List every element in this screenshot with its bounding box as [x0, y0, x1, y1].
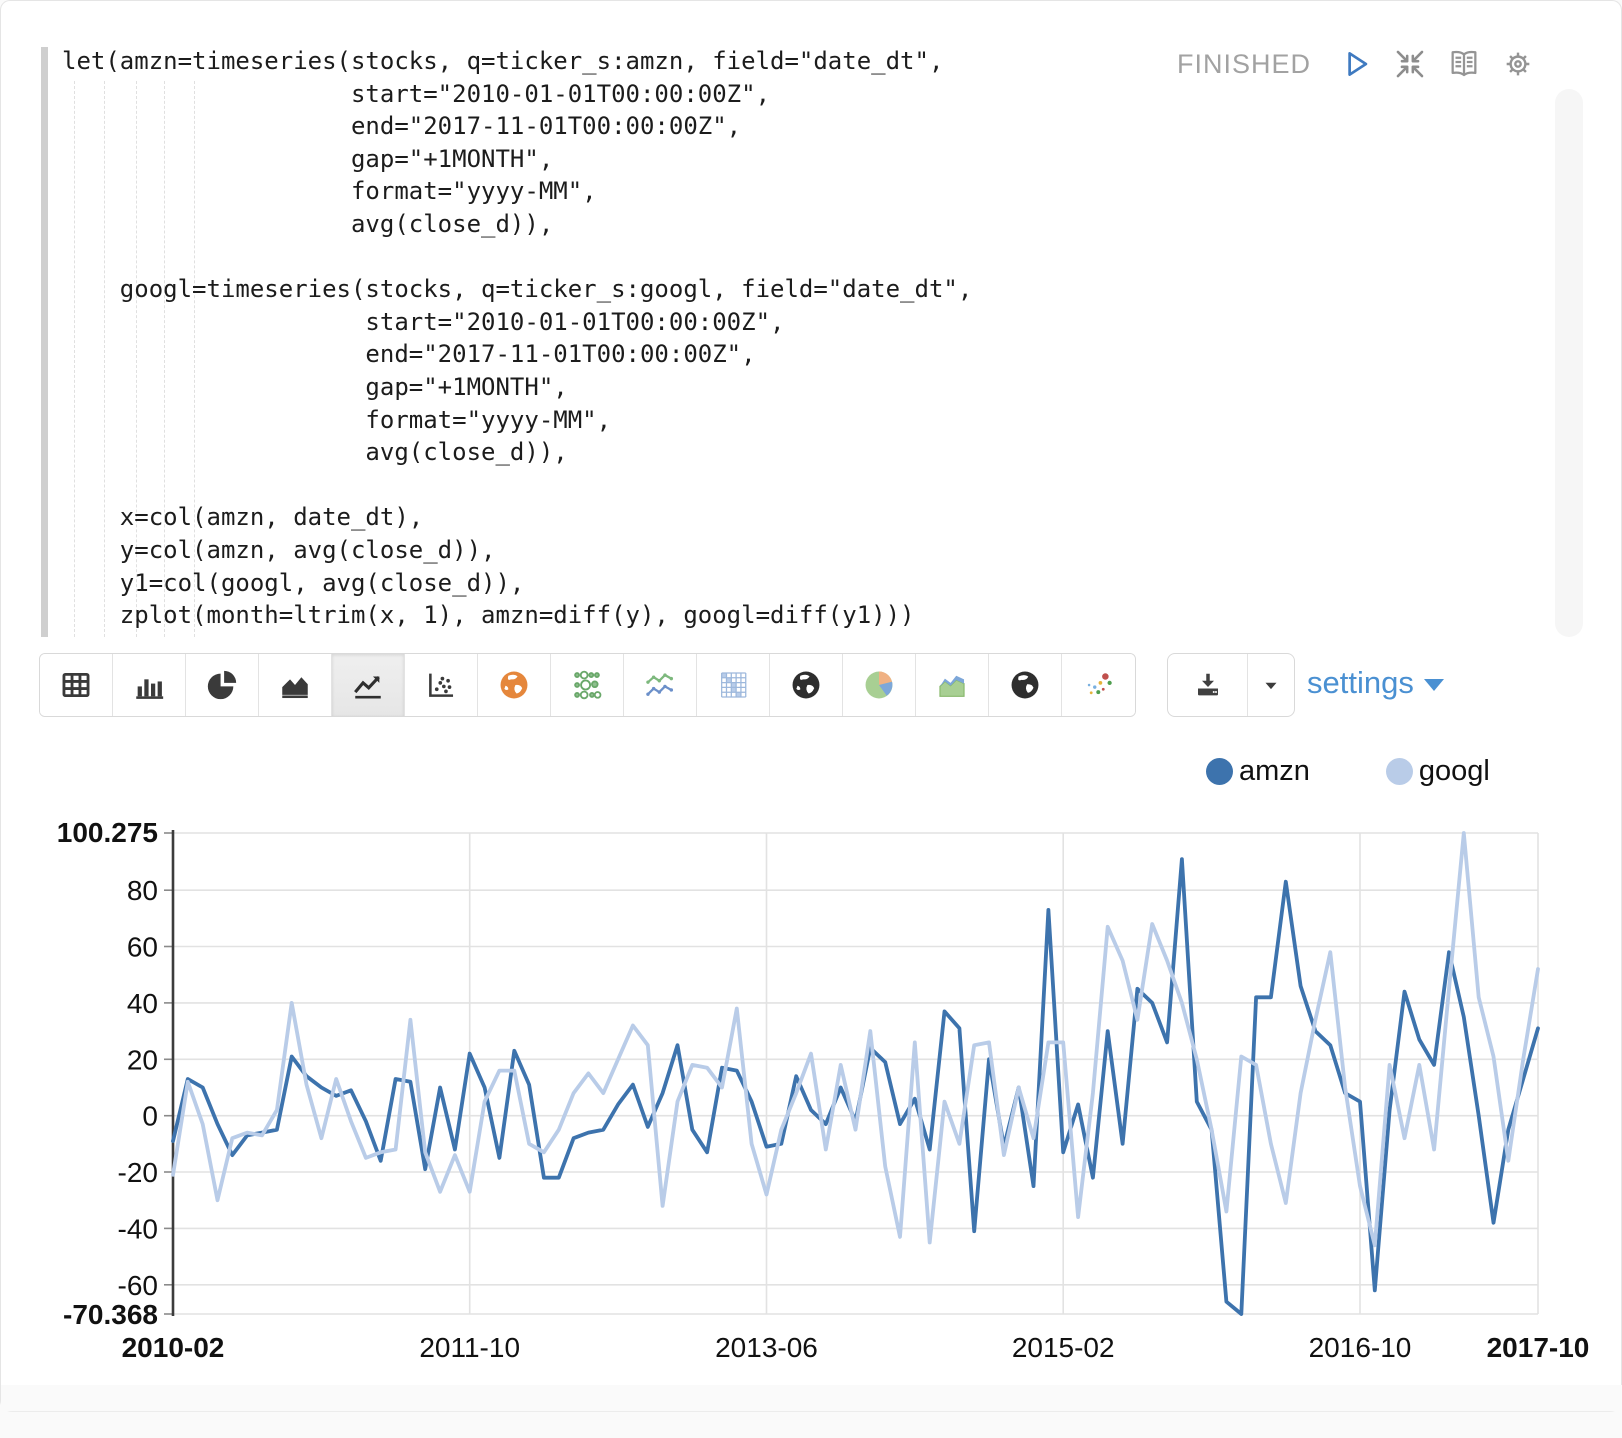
- svg-text:60: 60: [127, 932, 158, 963]
- collapse-icon[interactable]: [1393, 47, 1427, 81]
- svg-text:2017-10: 2017-10: [1487, 1332, 1590, 1363]
- line-chart: amzn googl 100.275806040200-20-40-60-70.…: [1, 741, 1622, 1389]
- multi-line-icon[interactable]: [624, 654, 697, 716]
- code-editor: let(amzn=timeseries(stocks, q=ticker_s:a…: [1, 1, 1622, 646]
- globe-dark-2-icon[interactable]: [989, 654, 1062, 716]
- bubble-matrix-icon[interactable]: [551, 654, 624, 716]
- svg-text:2011-10: 2011-10: [419, 1332, 520, 1363]
- download-split-button: [1167, 653, 1295, 717]
- code-text[interactable]: let(amzn=timeseries(stocks, q=ticker_s:a…: [62, 45, 972, 632]
- svg-text:20: 20: [127, 1044, 158, 1075]
- svg-text:40: 40: [127, 988, 158, 1019]
- status-badge: FINISHED: [1177, 49, 1311, 80]
- editor-gutter-bar: [41, 47, 48, 637]
- pie-chart-icon[interactable]: [186, 654, 259, 716]
- globe-orange-icon[interactable]: [478, 654, 551, 716]
- svg-text:2010-02: 2010-02: [122, 1332, 225, 1363]
- svg-text:-60: -60: [118, 1270, 158, 1301]
- scatter-colored-icon[interactable]: [1062, 654, 1135, 716]
- svg-text:-40: -40: [118, 1213, 158, 1244]
- settings-dropdown[interactable]: settings: [1307, 665, 1444, 701]
- paragraph-controls: FINISHED: [1177, 47, 1535, 81]
- table-icon[interactable]: [40, 654, 113, 716]
- svg-text:0: 0: [142, 1101, 158, 1132]
- area-colored-icon[interactable]: [916, 654, 989, 716]
- area-chart-icon[interactable]: [259, 654, 332, 716]
- svg-text:100.275: 100.275: [57, 817, 158, 848]
- line-chart-icon[interactable]: [332, 654, 405, 716]
- notebook-paragraph-card: let(amzn=timeseries(stocks, q=ticker_s:a…: [0, 0, 1622, 1412]
- pie-colored-icon[interactable]: [843, 654, 916, 716]
- svg-text:-20: -20: [118, 1157, 158, 1188]
- svg-text:80: 80: [127, 875, 158, 906]
- grid-heatmap-icon[interactable]: [697, 654, 770, 716]
- svg-text:2013-06: 2013-06: [715, 1332, 818, 1363]
- chevron-down-icon: [1424, 679, 1444, 691]
- paragraph-footer-gap: [1, 1385, 1622, 1411]
- svg-text:2015-02: 2015-02: [1012, 1332, 1115, 1363]
- editor-scrollbar[interactable]: [1555, 89, 1583, 637]
- globe-dark-icon[interactable]: [770, 654, 843, 716]
- chart-canvas: 100.275 80 60 40 20 0 -20 -40 -60-70.3682010-02 2…: [1, 741, 1622, 1389]
- bar-chart-icon[interactable]: [113, 654, 186, 716]
- svg-text:2016-10: 2016-10: [1309, 1332, 1412, 1363]
- settings-label: settings: [1307, 665, 1414, 701]
- svg-text:-70.368: -70.368: [63, 1299, 158, 1330]
- download-button[interactable]: [1168, 654, 1248, 716]
- chart-type-group: [39, 653, 1136, 717]
- run-icon[interactable]: [1339, 47, 1373, 81]
- scatter-plot-icon[interactable]: [405, 654, 478, 716]
- book-icon[interactable]: [1447, 47, 1481, 81]
- download-caret-button[interactable]: [1248, 654, 1294, 716]
- gear-icon[interactable]: [1501, 47, 1535, 81]
- visualization-toolbar: settings: [39, 653, 1599, 719]
